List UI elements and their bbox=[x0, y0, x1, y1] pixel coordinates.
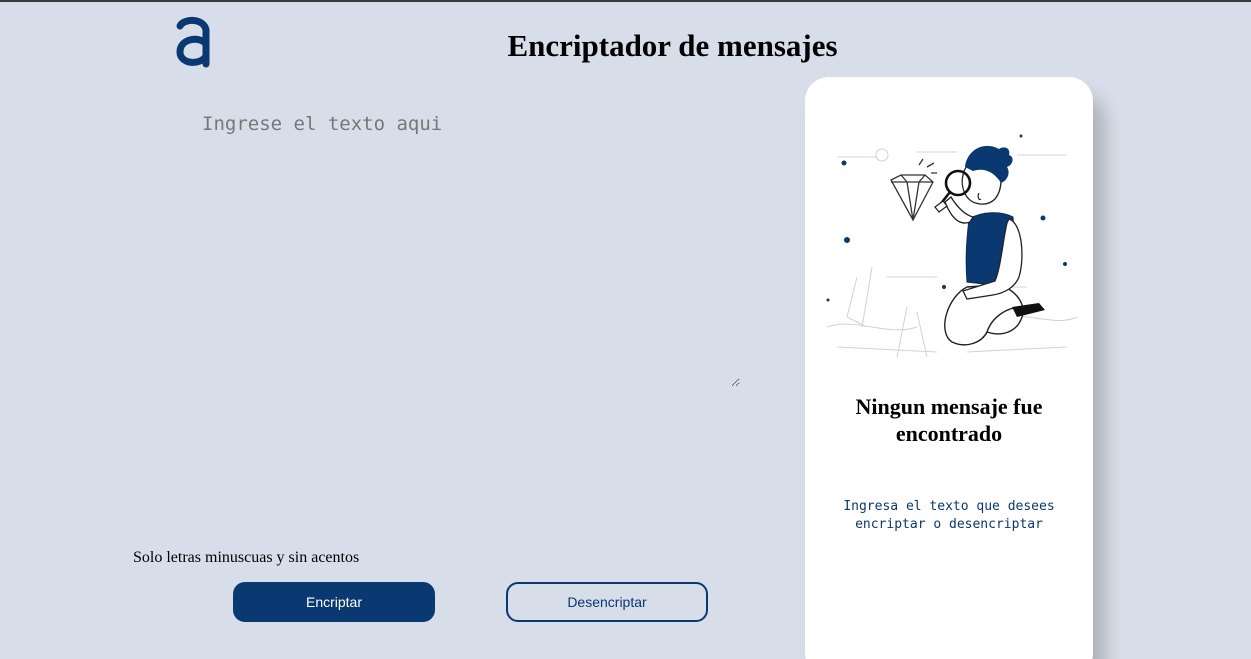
empty-state-title: Ningun mensaje fue encontrado bbox=[855, 394, 1043, 446]
boy-magnifying-glass-illustration bbox=[817, 127, 1083, 367]
encrypt-button[interactable]: Encriptar bbox=[233, 582, 435, 622]
empty-state-text: Ingresa el texto que desees encriptar o … bbox=[843, 499, 1055, 532]
input-hint: Solo letras minuscuas y sin acentos bbox=[133, 549, 360, 566]
decrypt-button[interactable]: Desencriptar bbox=[506, 582, 708, 622]
result-panel: Ningun mensaje fue encontrado Ingresa el… bbox=[805, 77, 1093, 659]
message-input[interactable] bbox=[196, 106, 740, 387]
page-title: Encriptador de mensajes bbox=[507, 28, 838, 63]
top-border bbox=[0, 0, 1251, 2]
alura-logo-icon bbox=[174, 14, 214, 68]
